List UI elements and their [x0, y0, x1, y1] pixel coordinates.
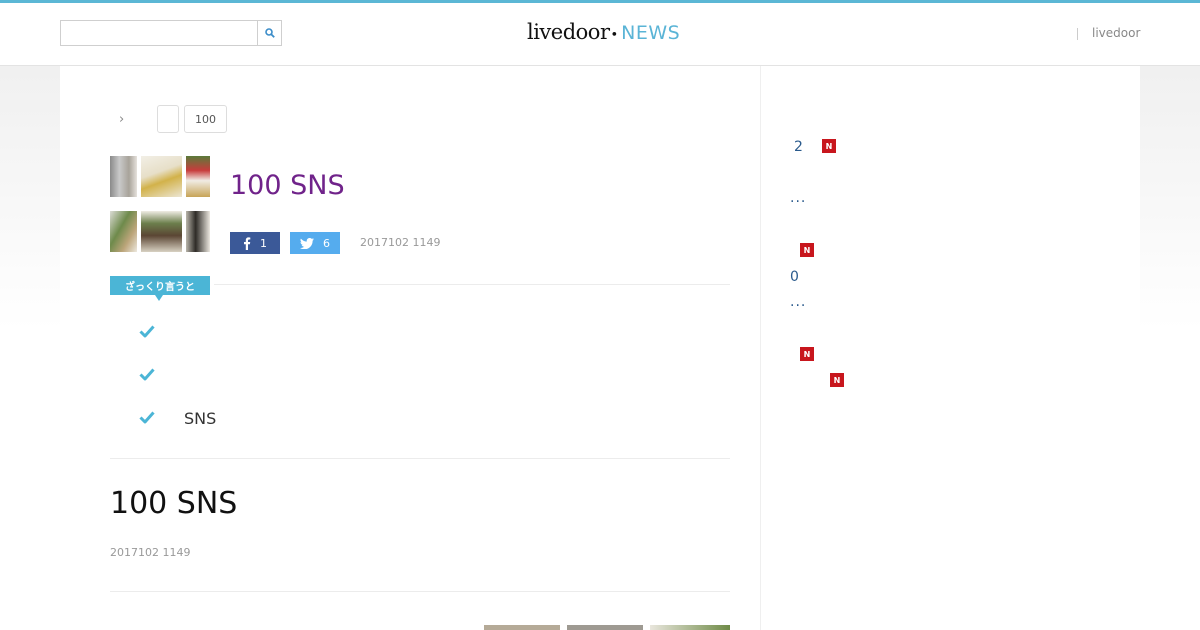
ranking-item[interactable]: 2: [794, 139, 803, 155]
article-body-date: 2017102 1149: [110, 546, 191, 559]
new-badge: N: [800, 243, 814, 257]
main-container: › 100 100 SNS 1 6 2017102 1149 ざっくり言うと S…: [60, 66, 1140, 630]
article-date: 2017102 1149: [360, 236, 441, 249]
thumbnail-tile: [141, 211, 182, 252]
chevron-right-icon: ›: [119, 111, 125, 127]
search-input[interactable]: [60, 20, 258, 46]
site-header: livedoor • NEWS livedoor: [0, 3, 1200, 66]
thumbnail-tile: [186, 211, 210, 252]
search-icon: [264, 28, 275, 38]
divider: [110, 458, 730, 459]
image-gallery[interactable]: [484, 625, 730, 630]
check-icon: [139, 411, 155, 424]
livedoor-top-link[interactable]: livedoor: [1092, 26, 1140, 40]
more-indicator: ...: [148, 624, 156, 630]
article-column: › 100 100 SNS 1 6 2017102 1149 ざっくり言うと S…: [110, 66, 730, 630]
gallery-image[interactable]: [484, 625, 560, 630]
twitter-icon: [300, 237, 314, 249]
facebook-icon: [244, 236, 251, 250]
logo-dot: •: [610, 28, 619, 43]
check-icon: [139, 368, 155, 381]
twitter-share-button[interactable]: 6: [290, 232, 340, 254]
logo-main-text: livedoor: [527, 20, 610, 44]
summary-label-tail: [155, 295, 163, 301]
thumbnail-tile: [141, 156, 182, 197]
gallery-image[interactable]: [650, 625, 730, 630]
divider: [214, 284, 730, 285]
summary-point: SNS: [184, 409, 217, 428]
check-icon: [139, 325, 155, 338]
new-badge: N: [822, 139, 836, 153]
logo-news-text: NEWS: [621, 22, 681, 44]
search-box: [60, 20, 282, 46]
header-separator: [1077, 28, 1078, 40]
site-logo[interactable]: livedoor • NEWS: [527, 20, 680, 50]
facebook-share-count: 1: [260, 236, 267, 250]
column-divider: [760, 66, 761, 630]
search-button[interactable]: [257, 20, 282, 46]
new-badge: N: [830, 373, 844, 387]
breadcrumb: › 100: [110, 105, 232, 133]
article-thumbnail[interactable]: [110, 156, 210, 252]
thumbnail-tile: [186, 156, 210, 197]
facebook-share-button[interactable]: 1: [230, 232, 280, 254]
gallery-image[interactable]: [567, 625, 643, 630]
breadcrumb-item-category[interactable]: [157, 105, 179, 133]
new-badge: N: [800, 347, 814, 361]
ranking-item[interactable]: 0: [790, 269, 799, 285]
twitter-share-count: 6: [323, 236, 330, 250]
thumbnail-tile: [110, 156, 137, 197]
summary-label: ざっくり言うと: [110, 276, 210, 295]
article-body-title: 100 SNS: [110, 486, 238, 521]
ranking-item[interactable]: ...: [790, 190, 806, 206]
ranking-item[interactable]: ...: [790, 294, 806, 310]
thumbnail-tile: [110, 211, 137, 252]
sidebar-ranking: 2 N ... N 0 ... N N: [790, 66, 1140, 630]
divider: [110, 591, 730, 592]
article-title: 100 SNS: [230, 170, 345, 201]
breadcrumb-item-article[interactable]: 100: [184, 105, 227, 133]
